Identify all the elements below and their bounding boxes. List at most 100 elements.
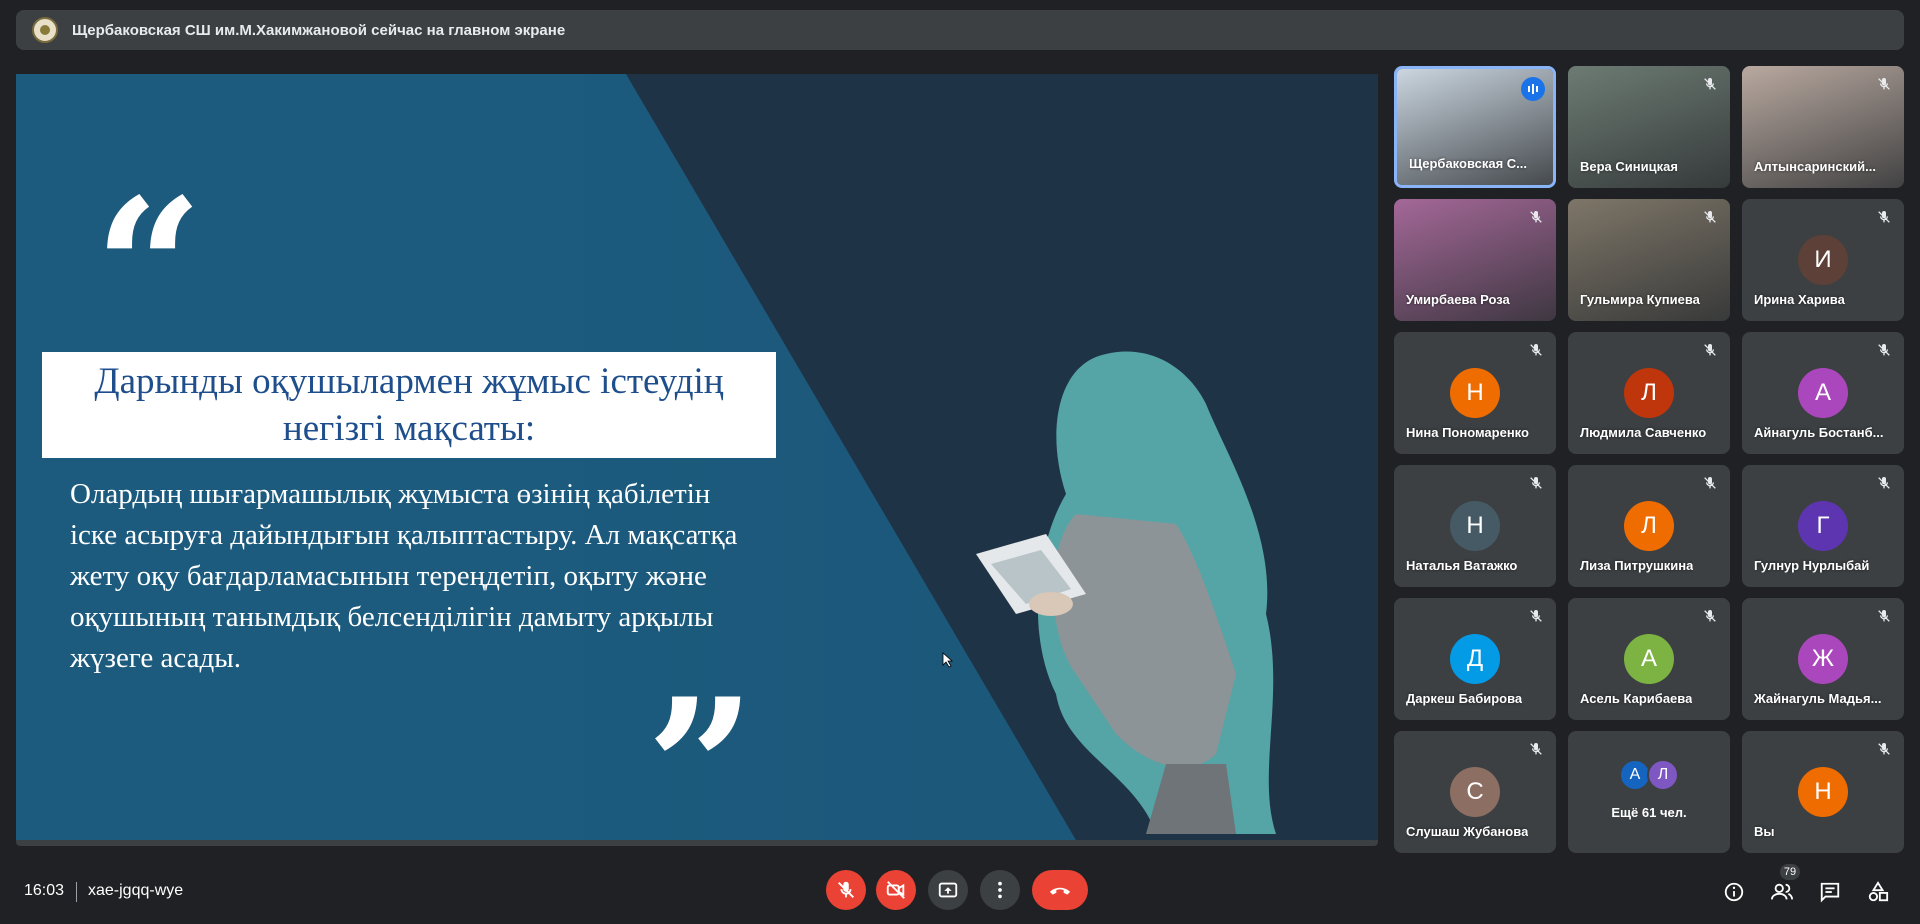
present-now-button[interactable]	[928, 870, 968, 910]
participant-name: Айнагуль Бостанб...	[1754, 425, 1884, 440]
participant-tile[interactable]: С Слушаш Жубанова	[1394, 731, 1556, 853]
open-quote-mark: “	[94, 157, 204, 380]
participant-name: Умирбаева Роза	[1406, 292, 1510, 307]
participant-tile[interactable]: Л Людмила Савченко	[1568, 332, 1730, 454]
avatar: А	[1624, 634, 1674, 684]
people-button[interactable]	[1768, 878, 1796, 906]
avatar: А	[1798, 368, 1848, 418]
participant-name: Слушаш Жубанова	[1406, 824, 1529, 839]
presenting-banner-text: Щербаковская СШ им.М.Хакимжановой сейчас…	[72, 21, 566, 39]
mic-muted-icon	[1702, 209, 1718, 225]
mic-muted-icon	[1702, 608, 1718, 624]
slide-scrollbar[interactable]	[16, 840, 1378, 846]
mic-toggle-button[interactable]	[826, 870, 866, 910]
more-avatars-stack: АЛ	[1619, 759, 1679, 791]
more-vert-icon	[998, 881, 1002, 899]
meeting-code: xae-jgqq-wye	[88, 882, 184, 899]
avatar: С	[1450, 767, 1500, 817]
mic-muted-icon	[1528, 741, 1544, 757]
speaking-indicator-icon	[1521, 77, 1545, 101]
participant-name: Нина Пономаренко	[1406, 425, 1529, 440]
participant-tile[interactable]: Д Даркеш Бабирова	[1394, 598, 1556, 720]
more-participants-tile[interactable]: А Л Ещё 61 чел.	[1568, 731, 1730, 853]
camera-toggle-button[interactable]	[876, 870, 916, 910]
mic-muted-icon	[1702, 342, 1718, 358]
participant-tile[interactable]: Вера Синицкая	[1568, 66, 1730, 188]
close-quote-mark: ”	[646, 657, 756, 841]
presentation-slide: “ Дарынды оқушылармен жұмыс істеудің нег…	[16, 74, 1378, 840]
participant-name: Наталья Ватажко	[1406, 558, 1518, 573]
participant-tile[interactable]: Умирбаева Роза	[1394, 199, 1556, 321]
leave-call-button[interactable]	[1032, 870, 1088, 910]
slide-body-text: Олардың шығармашылық жұмыста өзінің қабі…	[70, 478, 738, 674]
avatar: Н	[1450, 368, 1500, 418]
participant-name: Вы	[1754, 824, 1775, 839]
presenting-banner: Щербаковская СШ им.М.Хакимжановой сейчас…	[16, 10, 1904, 50]
participant-tile[interactable]: Щербаковская С...	[1394, 66, 1556, 188]
slide-title-box: Дарынды оқушылармен жұмыс істеудің негіз…	[42, 352, 776, 458]
participant-tile[interactable]: Гульмира Купиева	[1568, 199, 1730, 321]
participant-name: Людмила Савченко	[1580, 425, 1707, 440]
avatar: Л	[1624, 368, 1674, 418]
avatar: И	[1798, 235, 1848, 285]
mic-off-icon	[838, 881, 854, 898]
participant-name: Жайнагуль Мадья...	[1754, 691, 1882, 706]
present-icon	[938, 882, 958, 898]
participant-name: Алтынсаринский...	[1754, 159, 1876, 174]
participant-name: Ирина Харива	[1754, 292, 1845, 307]
participant-tile[interactable]: И Ирина Харива	[1742, 199, 1904, 321]
participant-name: Щербаковская С...	[1409, 156, 1528, 171]
more-options-button[interactable]	[980, 870, 1020, 910]
camera-off-icon	[886, 881, 905, 899]
chat-button[interactable]	[1816, 878, 1844, 906]
mic-muted-icon	[1876, 209, 1892, 225]
chat-icon	[1820, 882, 1840, 903]
participant-tile[interactable]: А Айнагуль Бостанб...	[1742, 332, 1904, 454]
avatar: Л	[1647, 759, 1679, 791]
avatar: Г	[1798, 501, 1848, 551]
mic-muted-icon	[1702, 76, 1718, 92]
mouse-cursor-icon	[942, 652, 954, 668]
slide-title: Дарынды оқушылармен жұмыс істеудің негіз…	[94, 361, 724, 449]
mic-muted-icon	[1876, 741, 1892, 757]
mic-muted-icon	[1876, 342, 1892, 358]
avatar: Н	[1450, 501, 1500, 551]
info-icon	[1724, 882, 1744, 902]
participant-name: Гульмира Купиева	[1580, 292, 1700, 307]
avatar: Ж	[1798, 634, 1848, 684]
avatar: Л	[1624, 501, 1674, 551]
mic-muted-icon	[1876, 76, 1892, 92]
mic-muted-icon	[1528, 608, 1544, 624]
hang-up-icon	[1049, 887, 1071, 895]
participant-name: Гулнур Нурлыбай	[1754, 558, 1870, 573]
school-logo-icon	[32, 17, 58, 43]
divider	[76, 882, 77, 902]
people-icon	[1771, 883, 1793, 900]
participant-tile[interactable]: Ж Жайнагуль Мадья...	[1742, 598, 1904, 720]
participant-name: Асель Карибаева	[1580, 691, 1693, 706]
avatar: Н	[1798, 767, 1848, 817]
people-count-badge: 79	[1780, 864, 1800, 880]
activities-button[interactable]	[1864, 878, 1892, 906]
more-participants-label: Ещё 61 чел.	[1611, 805, 1687, 820]
mic-muted-icon	[1528, 209, 1544, 225]
meeting-clock: 16:03	[24, 882, 65, 899]
participant-tile[interactable]: Н Вы	[1742, 731, 1904, 853]
mic-muted-icon	[1702, 475, 1718, 491]
mic-muted-icon	[1528, 342, 1544, 358]
mic-muted-icon	[1528, 475, 1544, 491]
activities-icon	[1868, 881, 1889, 902]
participant-tile[interactable]: Алтынсаринский...	[1742, 66, 1904, 188]
participant-tile[interactable]: Н Наталья Ватажко	[1394, 465, 1556, 587]
participant-tile[interactable]: Г Гулнур Нурлыбай	[1742, 465, 1904, 587]
meeting-info-button[interactable]	[1720, 878, 1748, 906]
mic-muted-icon	[1876, 475, 1892, 491]
participant-tile[interactable]: Н Нина Пономаренко	[1394, 332, 1556, 454]
participant-name: Вера Синицкая	[1580, 159, 1678, 174]
participant-name: Даркеш Бабирова	[1406, 691, 1523, 706]
participant-tile[interactable]: Л Лиза Питрушкина	[1568, 465, 1730, 587]
presentation-stage[interactable]: “ Дарынды оқушылармен жұмыс істеудің нег…	[16, 66, 1378, 846]
participant-tile[interactable]: А Асель Карибаева	[1568, 598, 1730, 720]
participant-name: Лиза Питрушкина	[1580, 558, 1694, 573]
avatar: Д	[1450, 634, 1500, 684]
